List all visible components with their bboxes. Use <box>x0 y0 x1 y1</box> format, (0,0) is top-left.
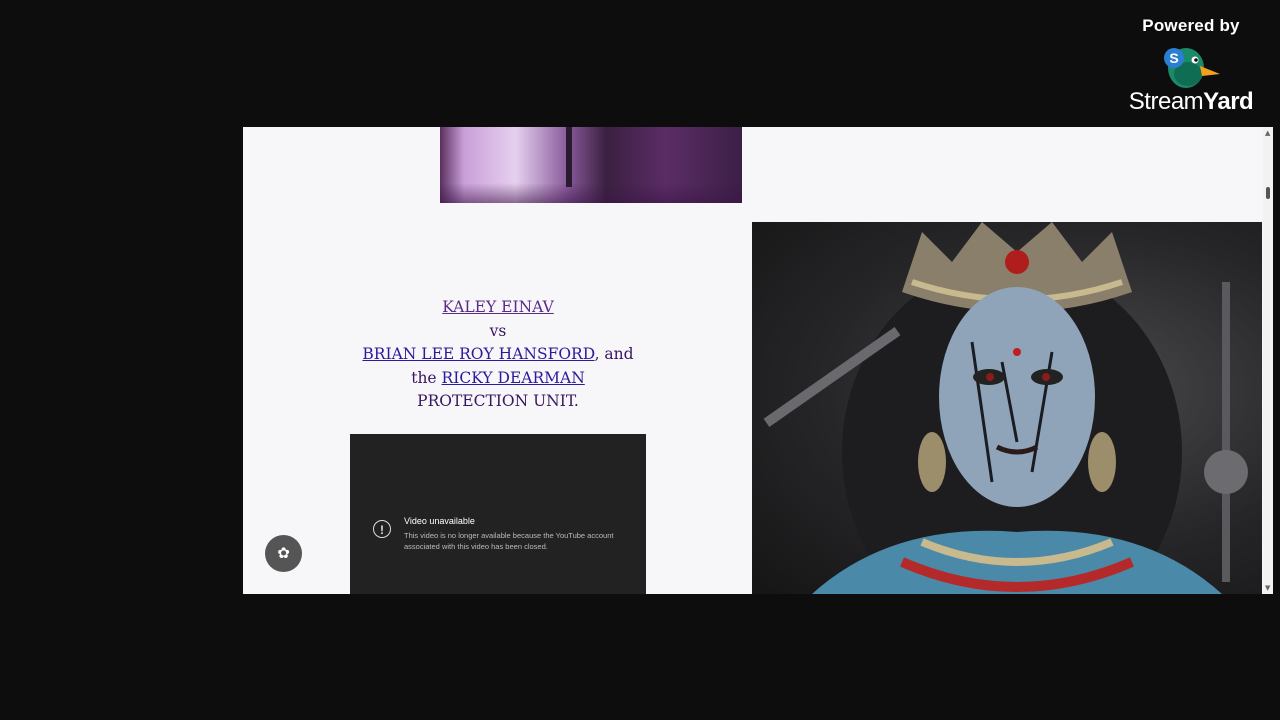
vs-text: vs <box>489 321 507 340</box>
scroll-up-icon[interactable]: ▲ <box>1265 129 1270 137</box>
shared-webpage: KALEY EINAV vs BRIAN LEE ROY HANSFORD, a… <box>243 127 1273 594</box>
the-text: the <box>411 368 437 387</box>
photo-microphone-stand <box>566 127 572 187</box>
and-text: , and <box>594 345 634 363</box>
scroll-down-icon[interactable]: ▼ <box>1265 584 1270 592</box>
goddess-portrait <box>763 222 1248 594</box>
streamyard-logo: S <box>1116 40 1266 92</box>
page-title-block: KALEY EINAV vs BRIAN LEE ROY HANSFORD, a… <box>323 296 673 414</box>
embedded-video-player[interactable]: ! Video unavailable This video is no lon… <box>350 434 646 594</box>
streamyard-branding: Powered by S StreamYard <box>1116 16 1266 116</box>
duck-logo-icon: S <box>1164 48 1220 88</box>
page-scrollbar[interactable]: ▲ ▼ <box>1263 127 1273 594</box>
brian-hansford-link[interactable]: BRIAN LEE ROY HANSFORD <box>362 345 594 363</box>
video-unavailable-title: Video unavailable <box>404 516 475 526</box>
cookie-settings-button[interactable]: ✿ <box>265 535 302 572</box>
powered-by-label: Powered by <box>1142 16 1240 35</box>
top-photo <box>440 127 742 203</box>
svg-text:S: S <box>1169 50 1178 66</box>
ricky-dearman-link[interactable]: RICKY DEARMAN <box>442 369 585 387</box>
kaley-einav-link[interactable]: KALEY EINAV <box>442 298 554 316</box>
scroll-thumb[interactable] <box>1266 187 1270 199</box>
goddess-artwork-image <box>752 222 1262 594</box>
protection-unit-text: PROTECTION UNIT. <box>417 392 579 410</box>
alert-icon: ! <box>373 520 391 538</box>
video-unavailable-message: This video is no longer available becaus… <box>404 531 614 551</box>
cookie-icon: ✿ <box>277 544 290 562</box>
streamyard-wordmark: StreamYard <box>1128 88 1254 115</box>
